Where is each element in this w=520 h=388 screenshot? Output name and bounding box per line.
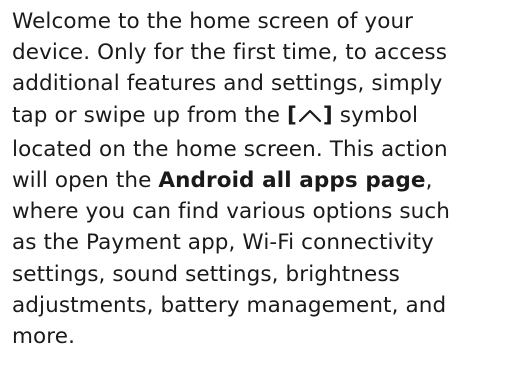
help-instructions-text: Welcome to the home screen of your devic… — [12, 6, 517, 352]
help-line-6-text-end: , — [425, 168, 433, 194]
help-line-4-text-start: tap or swipe up from the — [12, 102, 287, 128]
help-line-6-text-start: will open the — [12, 168, 159, 194]
help-line-7: where you can find various options such — [12, 199, 451, 225]
bracket-close: ] — [322, 102, 333, 128]
help-line-4: tap or swipe up from the [] symbol — [12, 100, 517, 134]
help-line-10: adjustments, battery management, and — [12, 292, 447, 318]
swipe-up-caret-icon-svg — [298, 109, 322, 122]
help-line-9: settings, sound settings, brightness — [12, 261, 400, 287]
help-line-5: located on the home screen. This action — [12, 136, 448, 162]
bracket-open: [ — [286, 102, 297, 128]
help-line-3: additional features and settings, simply — [12, 71, 443, 97]
help-line-4-text-end: symbol — [332, 102, 419, 128]
help-line-2: device. Only for the first time, to acce… — [12, 40, 448, 66]
android-all-apps-page-label: Android all apps page — [158, 168, 426, 194]
help-line-8: as the Payment app, Wi-Fi connectivity — [12, 230, 434, 256]
help-line-6: will open the Android all apps page, — [12, 165, 517, 196]
help-line-11: more. — [12, 324, 76, 350]
help-line-1: Welcome to the home screen of your — [12, 9, 414, 34]
swipe-up-caret-icon — [298, 103, 322, 134]
